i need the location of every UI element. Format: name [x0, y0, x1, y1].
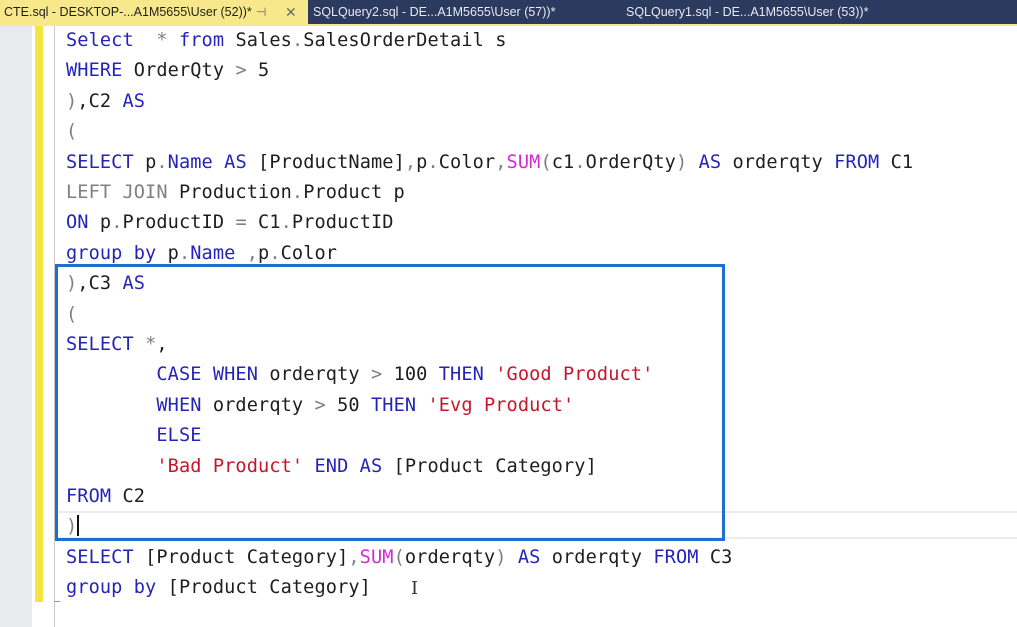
operator-token: . [427, 151, 439, 173]
keyword-token: AS [224, 151, 247, 173]
keyword-token: WHERE [66, 60, 123, 82]
identifier-token: orderqty [540, 546, 654, 568]
outline-end-marker [54, 601, 60, 602]
operator-token: > [235, 60, 247, 82]
change-tracking-margin [35, 26, 43, 602]
keyword-token: group by [66, 242, 157, 264]
identifier-token: ,C2 [77, 90, 123, 112]
identifier-token: Color [280, 242, 338, 264]
code-line[interactable]: ( [66, 117, 77, 147]
keyword-token: AS [517, 546, 541, 568]
keyword-token: FROM [834, 151, 880, 173]
keyword-token: SELECT [66, 151, 134, 173]
pin-icon[interactable]: ⊣ [256, 0, 266, 24]
identifier-token [134, 30, 157, 51]
identifier-token [235, 243, 246, 264]
function-token: SUM [359, 546, 394, 568]
operator-token: , [246, 242, 259, 264]
keyword-token: ON [66, 212, 89, 234]
identifier-token: 5 [246, 60, 270, 82]
function-token: SUM [506, 151, 541, 173]
identifier-token: orderqty [404, 546, 496, 568]
operator-token: , [404, 151, 417, 173]
tab-cte-sql[interactable]: CTE.sql - DESKTOP-...A1M5655\User (52))*… [0, 0, 308, 24]
identifier-token: ProductID [291, 212, 394, 234]
operator-token: . [269, 242, 281, 264]
identifier-token: p [88, 212, 112, 234]
identifier-token: [ProductName] [246, 151, 405, 173]
identifier-token: p [156, 242, 179, 264]
operator-token: . [291, 182, 304, 203]
keyword-token: FROM [653, 546, 699, 568]
keyword-token: from [178, 30, 225, 51]
operator-token: . [156, 151, 168, 173]
annotation-highlight-box [55, 264, 725, 541]
code-line[interactable]: Select * from Sales.SalesOrderDetail s [66, 26, 507, 56]
keyword-token: Name [190, 242, 236, 264]
identifier-token: Product p [303, 182, 405, 203]
identifier-token [168, 30, 179, 51]
identifier-token: [Product Category] [133, 546, 349, 568]
code-line[interactable]: group by [Product Category] [66, 573, 371, 603]
code-line[interactable]: ),C2 AS [66, 87, 145, 117]
operator-token: . [111, 212, 123, 234]
tab-label: CTE.sql - DESKTOP-...A1M5655\User (52))* [4, 5, 252, 19]
tab-sqlquery1[interactable]: SQLQuery1.sql - DE...A1M5655\User (53))* [626, 0, 868, 24]
keyword-token: SELECT [66, 546, 134, 568]
close-icon[interactable]: ✕ [285, 0, 297, 24]
operator-token: ( [393, 546, 405, 568]
tab-label: SQLQuery1.sql - DE...A1M5655\User (53))* [626, 5, 869, 19]
operator-token: . [280, 212, 292, 234]
code-line[interactable]: WHERE OrderQty > 5 [66, 56, 269, 86]
operator-token: ( [66, 121, 78, 143]
operator-token: . [291, 30, 304, 51]
code-line[interactable]: ON p.ProductID = C1.ProductID [66, 208, 394, 238]
identifier-token: Sales [224, 30, 292, 51]
identifier-token: orderqty [721, 151, 835, 173]
operator-token: , [495, 151, 507, 173]
document-tab-bar: CTE.sql - DESKTOP-...A1M5655\User (52))*… [0, 0, 1017, 24]
identifier-token: p [133, 151, 157, 173]
code-line[interactable]: LEFT JOIN Production.Product p [66, 178, 405, 208]
operator-token: . [574, 151, 586, 173]
keyword-token: Select [66, 30, 134, 51]
identifier-token: C1 [879, 151, 914, 173]
identifier-token: OrderQty [122, 60, 236, 82]
identifier-token: p [258, 242, 270, 264]
tab-label: SQLQuery2.sql - DE...A1M5655\User (57))* [313, 5, 556, 19]
operator-token: ) [675, 151, 688, 173]
identifier-token [507, 547, 518, 568]
identifier-token: p [416, 151, 428, 173]
operator-token: = [235, 212, 247, 234]
identifier-token: C1 [246, 212, 281, 234]
identifier-token: C3 [698, 546, 733, 568]
identifier-token: SalesOrderDetail s [303, 30, 507, 51]
identifier-token: [Product Category] [156, 577, 371, 599]
code-line[interactable]: SELECT [Product Category],SUM(orderqty) … [66, 543, 732, 573]
keyword-token: group by [66, 577, 157, 599]
operator-token: ) [495, 546, 507, 568]
code-line[interactable]: SELECT p.Name AS [ProductName],p.Color,S… [66, 148, 913, 178]
tab-sqlquery2[interactable]: SQLQuery2.sql - DE...A1M5655\User (57))* [313, 0, 555, 24]
keyword-token: AS [122, 90, 146, 112]
identifier-token: Color [438, 151, 496, 173]
line-gutter [0, 26, 32, 627]
identifier-token: OrderQty [585, 151, 676, 173]
operator-token: LEFT JOIN [66, 182, 168, 203]
text-cursor-icon: I [411, 578, 419, 599]
identifier-token: ProductID [122, 212, 236, 234]
identifier-token: c1 [551, 151, 575, 173]
identifier-token [687, 152, 698, 173]
operator-token: ( [540, 151, 552, 173]
operator-token: * [156, 30, 168, 51]
keyword-token: AS [698, 151, 722, 173]
operator-token: , [348, 546, 360, 568]
keyword-token: Name [167, 151, 213, 173]
operator-token: ) [66, 90, 78, 112]
identifier-token: Production [167, 182, 292, 203]
operator-token: . [178, 242, 191, 264]
identifier-token [213, 152, 224, 173]
